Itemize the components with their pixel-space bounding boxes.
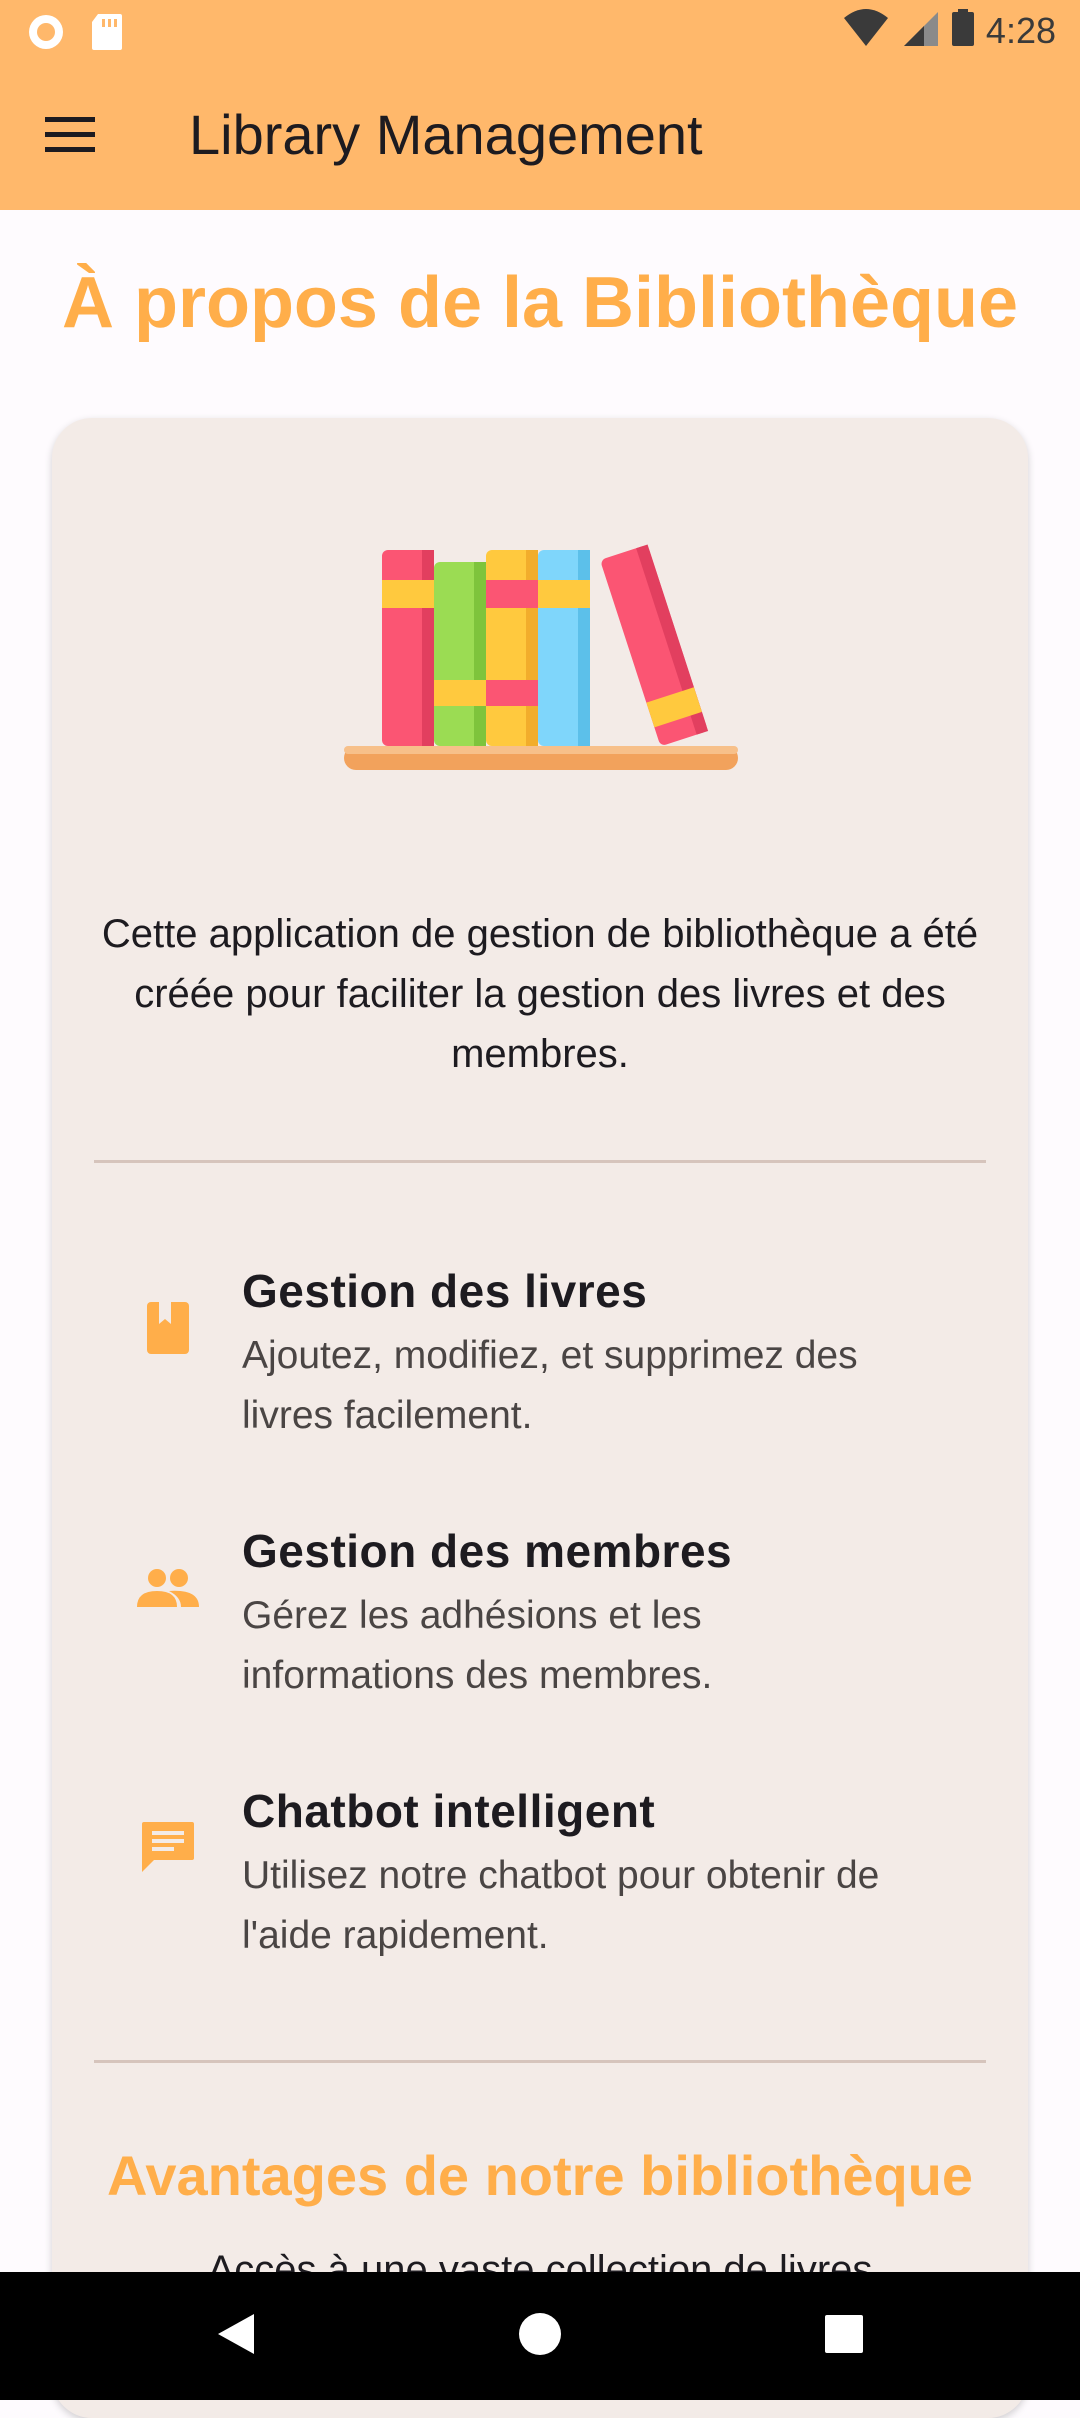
battery-icon (950, 8, 976, 53)
home-button[interactable] (500, 2296, 580, 2376)
back-icon (216, 2312, 256, 2361)
recents-button[interactable] (804, 2296, 884, 2376)
wifi-icon (842, 8, 890, 53)
status-time: 4:28 (985, 9, 1056, 51)
signal-icon (900, 8, 940, 53)
divider (94, 2060, 986, 2063)
intro-text: Cette application de gestion de biblioth… (101, 912, 979, 1076)
feature-title: Gestion des membres (242, 1525, 733, 1577)
navigation-bar (0, 2272, 1080, 2400)
recents-icon (824, 2314, 864, 2359)
chat-icon (132, 1812, 204, 1884)
feature-description: Ajoutez, modifiez, et supprimez des livr… (242, 1334, 858, 1437)
sd-card-icon (90, 12, 124, 57)
menu-icon (45, 116, 95, 158)
menu-button[interactable] (34, 101, 106, 173)
app-title: Library Management (189, 103, 703, 166)
record-icon (26, 12, 66, 57)
app-bar: Library Management (0, 64, 1080, 210)
feature-description: Utilisez notre chatbot pour obtenir de l… (242, 1854, 880, 1957)
feature-description: Gérez les adhésions et les informations … (242, 1594, 713, 1697)
status-bar-left (26, 12, 124, 57)
status-bar-right: 4:28 (842, 8, 1056, 53)
status-bar: 4:28 (0, 0, 1080, 64)
back-button[interactable] (196, 2296, 276, 2376)
book-icon (132, 1292, 204, 1364)
people-icon (132, 1552, 204, 1624)
advantages-title: Avantages de notre bibliothèque (106, 2144, 974, 2207)
divider (94, 1160, 986, 1163)
feature-title: Gestion des livres (242, 1265, 648, 1317)
about-card: Cette application de gestion de biblioth… (52, 418, 1028, 2418)
books-on-shelf-illustration (342, 528, 762, 788)
home-icon (518, 2312, 562, 2361)
feature-title: Chatbot intelligent (242, 1785, 656, 1837)
page-title: À propos de la Bibliothèque (61, 263, 1019, 343)
